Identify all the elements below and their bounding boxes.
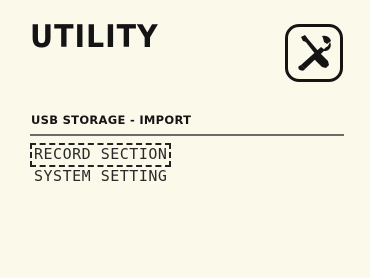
divider — [30, 134, 344, 136]
tools-icon — [285, 24, 343, 82]
menu-item-system-setting[interactable]: SYSTEM SETTING — [30, 169, 171, 184]
wrench-screwdriver-icon — [298, 35, 331, 71]
page-title: UTILITY — [30, 19, 159, 55]
section-heading: USB STORAGE - IMPORT — [31, 113, 192, 127]
menu-item-record-section[interactable]: RECORD SECTION — [30, 143, 172, 167]
utility-screen: UTILITY USB STORAGE - IMPORT RECORD SECT… — [0, 0, 370, 278]
